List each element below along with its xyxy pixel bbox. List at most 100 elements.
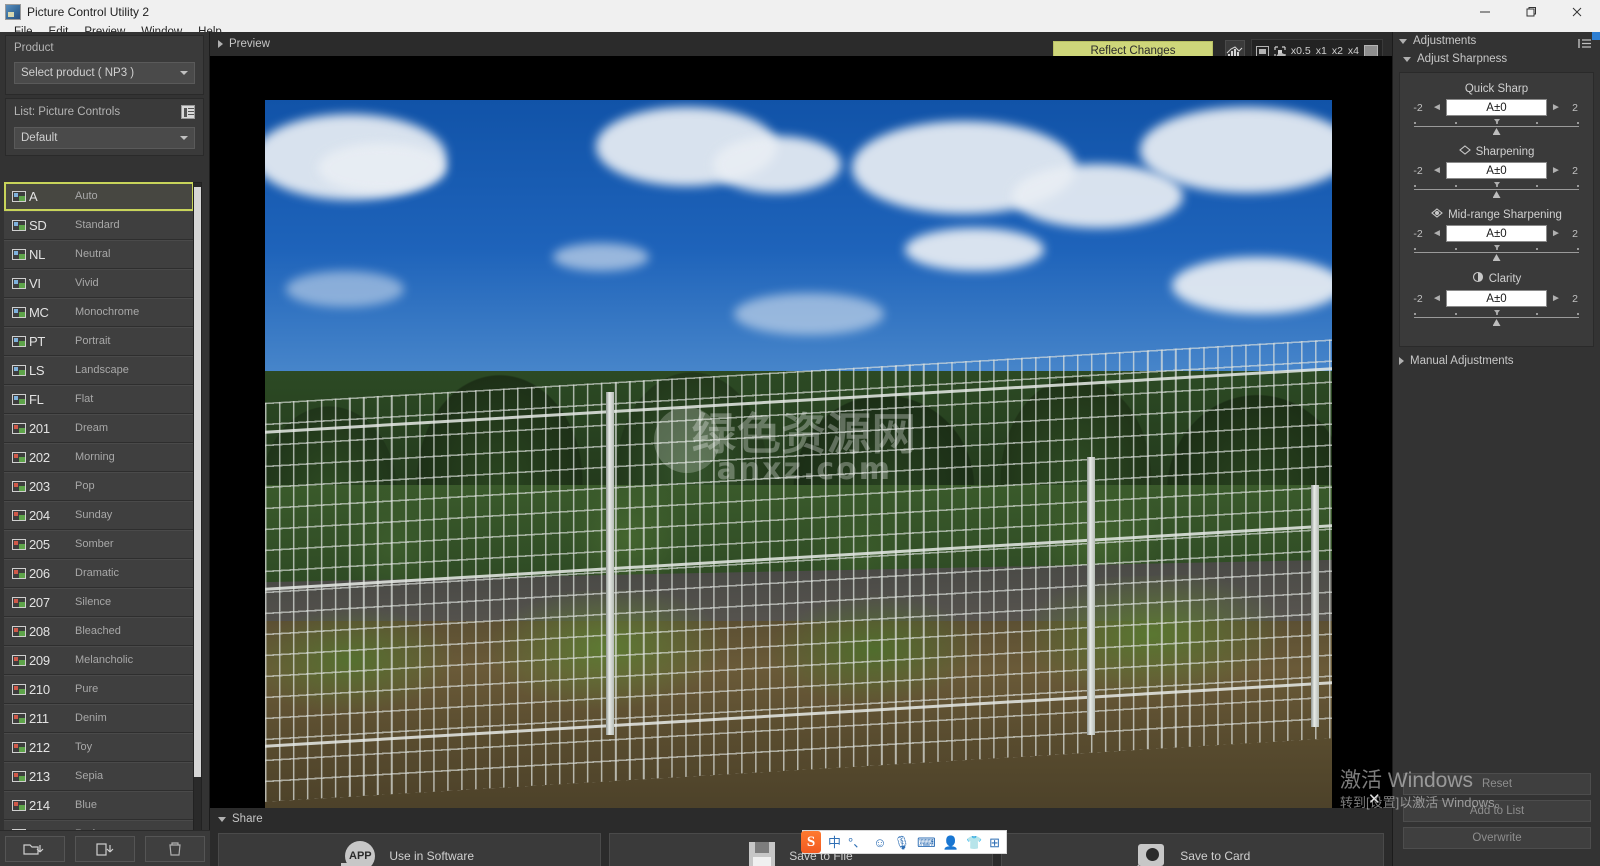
picture-control-item-pop[interactable]: 203 Pop bbox=[4, 472, 194, 501]
ime-toolbar[interactable]: S 中 °、 ☺ 🎙 ⌨ 👤 👕 ⊞ bbox=[801, 830, 1008, 854]
picture-control-list[interactable]: A Auto SD Standard NL Neutral VI Vivid MC Monochr… bbox=[4, 182, 200, 845]
picture-control-item-standard[interactable]: SD Standard bbox=[4, 211, 194, 240]
picture-control-label: Vivid bbox=[75, 277, 99, 290]
save-to-card-label: Save to Card bbox=[1180, 848, 1251, 863]
save-file-button[interactable] bbox=[75, 835, 135, 862]
picture-control-list-group: List: Picture Controls Default bbox=[5, 98, 204, 156]
picture-control-item-sepia[interactable]: 213 Sepia bbox=[4, 762, 194, 791]
panel-menu-icon[interactable] bbox=[1578, 36, 1592, 48]
slider-track-wrap[interactable] bbox=[1414, 245, 1579, 265]
product-select[interactable]: Select product ( NP3 ) bbox=[14, 62, 195, 84]
slider-knob[interactable] bbox=[1492, 319, 1501, 326]
picture-control-item-portrait[interactable]: PT Portrait bbox=[4, 327, 194, 356]
picture-control-item-bleached[interactable]: 208 Bleached bbox=[4, 617, 194, 646]
picture-control-item-neutral[interactable]: NL Neutral bbox=[4, 240, 194, 269]
slider-min: -2 bbox=[1413, 227, 1423, 240]
picture-control-label: Landscape bbox=[75, 364, 129, 377]
picture-control-item-morning[interactable]: 202 Morning bbox=[4, 443, 194, 472]
chevron-down-icon[interactable] bbox=[218, 816, 226, 822]
picture-control-item-denim[interactable]: 211 Denim bbox=[4, 704, 194, 733]
close-button[interactable] bbox=[1554, 0, 1600, 23]
slider-track[interactable] bbox=[1414, 252, 1579, 253]
list-select[interactable]: Default bbox=[14, 127, 195, 149]
delete-button[interactable] bbox=[145, 835, 205, 862]
slider-track[interactable] bbox=[1414, 189, 1579, 190]
chevron-down-icon[interactable] bbox=[1399, 38, 1407, 44]
slider-track-wrap[interactable] bbox=[1414, 119, 1579, 139]
chevron-right-icon[interactable] bbox=[1399, 357, 1404, 365]
picture-control-item-pure[interactable]: 210 Pure bbox=[4, 675, 194, 704]
slider-knob[interactable] bbox=[1492, 254, 1501, 261]
slider-value[interactable]: A±0 bbox=[1446, 225, 1547, 242]
ime-item-0[interactable]: 中 bbox=[828, 836, 841, 849]
preview-image-area[interactable]: 绿色资源网 anxz.com bbox=[210, 56, 1392, 808]
slider-track-wrap[interactable] bbox=[1414, 310, 1579, 330]
slider-increment-button[interactable]: ► bbox=[1551, 102, 1561, 113]
chevron-down-icon[interactable] bbox=[1403, 56, 1411, 62]
picture-control-item-sunday[interactable]: 204 Sunday bbox=[4, 501, 194, 530]
ime-item-3[interactable]: 🎙 bbox=[894, 836, 911, 849]
ime-item-5[interactable]: 👤 bbox=[943, 836, 959, 849]
picture-control-item-toy[interactable]: 212 Toy bbox=[4, 733, 194, 762]
slider-value[interactable]: A±0 bbox=[1446, 99, 1547, 116]
cloud bbox=[905, 228, 1044, 272]
slider-increment-button[interactable]: ► bbox=[1551, 165, 1561, 176]
sogou-logo-icon[interactable]: S bbox=[801, 831, 821, 853]
picture-control-item-somber[interactable]: 205 Somber bbox=[4, 530, 194, 559]
save-to-card-button[interactable]: ↗ Save to Card bbox=[1000, 833, 1384, 866]
picture-control-item-landscape[interactable]: LS Landscape bbox=[4, 356, 194, 385]
open-folder-button[interactable] bbox=[5, 835, 65, 862]
slider-value[interactable]: A±0 bbox=[1446, 162, 1547, 179]
picture-control-thumb-icon bbox=[12, 306, 26, 318]
ime-item-2[interactable]: ☺ bbox=[873, 836, 886, 849]
slider-increment-button[interactable]: ► bbox=[1551, 293, 1561, 304]
picture-control-item-monochrome[interactable]: MC Monochrome bbox=[4, 298, 194, 327]
maximize-button[interactable] bbox=[1508, 0, 1554, 23]
use-in-software-button[interactable]: APP Use in Software bbox=[218, 833, 602, 866]
picture-control-item-blue[interactable]: 214 Blue bbox=[4, 791, 194, 820]
slider-decrement-button[interactable]: ◄ bbox=[1432, 228, 1442, 239]
picture-control-item-auto[interactable]: A Auto bbox=[4, 182, 194, 211]
slider-knob[interactable] bbox=[1492, 128, 1501, 135]
overwrite-button[interactable]: Overwrite bbox=[1403, 827, 1591, 849]
ime-item-1[interactable]: °、 bbox=[848, 836, 866, 849]
list-view-icon[interactable] bbox=[181, 105, 195, 119]
scrollbar-thumb[interactable] bbox=[194, 187, 201, 777]
slider-increment-button[interactable]: ► bbox=[1551, 228, 1561, 239]
slider-min: -2 bbox=[1413, 292, 1423, 305]
preview-photo[interactable]: 绿色资源网 anxz.com bbox=[265, 100, 1332, 808]
chevron-right-icon[interactable] bbox=[218, 40, 223, 48]
slider-knob[interactable] bbox=[1492, 191, 1501, 198]
slider-value[interactable]: A±0 bbox=[1446, 290, 1547, 307]
ime-item-4[interactable]: ⌨ bbox=[917, 836, 936, 849]
picture-control-item-vivid[interactable]: VI Vivid bbox=[4, 269, 194, 298]
slider-decrement-button[interactable]: ◄ bbox=[1432, 293, 1442, 304]
picture-control-item-dream[interactable]: 201 Dream bbox=[4, 414, 194, 443]
picture-control-item-dramatic[interactable]: 206 Dramatic bbox=[4, 559, 194, 588]
adjustments-section-header[interactable]: Adjustments bbox=[1393, 32, 1600, 50]
slider-decrement-button[interactable]: ◄ bbox=[1432, 165, 1442, 176]
picture-control-item-melancholic[interactable]: 209 Melancholic bbox=[4, 646, 194, 675]
slider-track-wrap[interactable] bbox=[1414, 182, 1579, 202]
slider-track[interactable] bbox=[1414, 317, 1579, 318]
manual-adjustments-section-header[interactable]: Manual Adjustments bbox=[1393, 355, 1600, 367]
reset-button[interactable]: Reset bbox=[1403, 773, 1591, 795]
picture-control-item-flat[interactable]: FL Flat bbox=[4, 385, 194, 414]
ime-item-7[interactable]: ⊞ bbox=[989, 836, 1000, 849]
chevron-down-icon bbox=[180, 136, 188, 140]
photo-fence-post bbox=[606, 392, 615, 735]
picture-control-list-scrollbar[interactable] bbox=[193, 182, 202, 845]
product-select-value: Select product ( NP3 ) bbox=[21, 67, 135, 79]
product-group-title: Product bbox=[14, 42, 54, 54]
adjust-sharpness-section-header[interactable]: Adjust Sharpness bbox=[1393, 50, 1600, 68]
minimize-button[interactable] bbox=[1462, 0, 1508, 23]
slider-track[interactable] bbox=[1414, 126, 1579, 127]
left-panel: Product Select product ( NP3 ) List: Pic… bbox=[0, 32, 210, 866]
ime-item-6[interactable]: 👕 bbox=[966, 836, 982, 849]
picture-control-item-silence[interactable]: 207 Silence bbox=[4, 588, 194, 617]
add-to-list-button[interactable]: Add to List bbox=[1403, 800, 1591, 822]
slider-title: Sharpening bbox=[1408, 145, 1585, 158]
fit-to-window-icon[interactable] bbox=[1255, 45, 1269, 57]
slider-title: Clarity bbox=[1408, 271, 1585, 286]
slider-decrement-button[interactable]: ◄ bbox=[1432, 102, 1442, 113]
